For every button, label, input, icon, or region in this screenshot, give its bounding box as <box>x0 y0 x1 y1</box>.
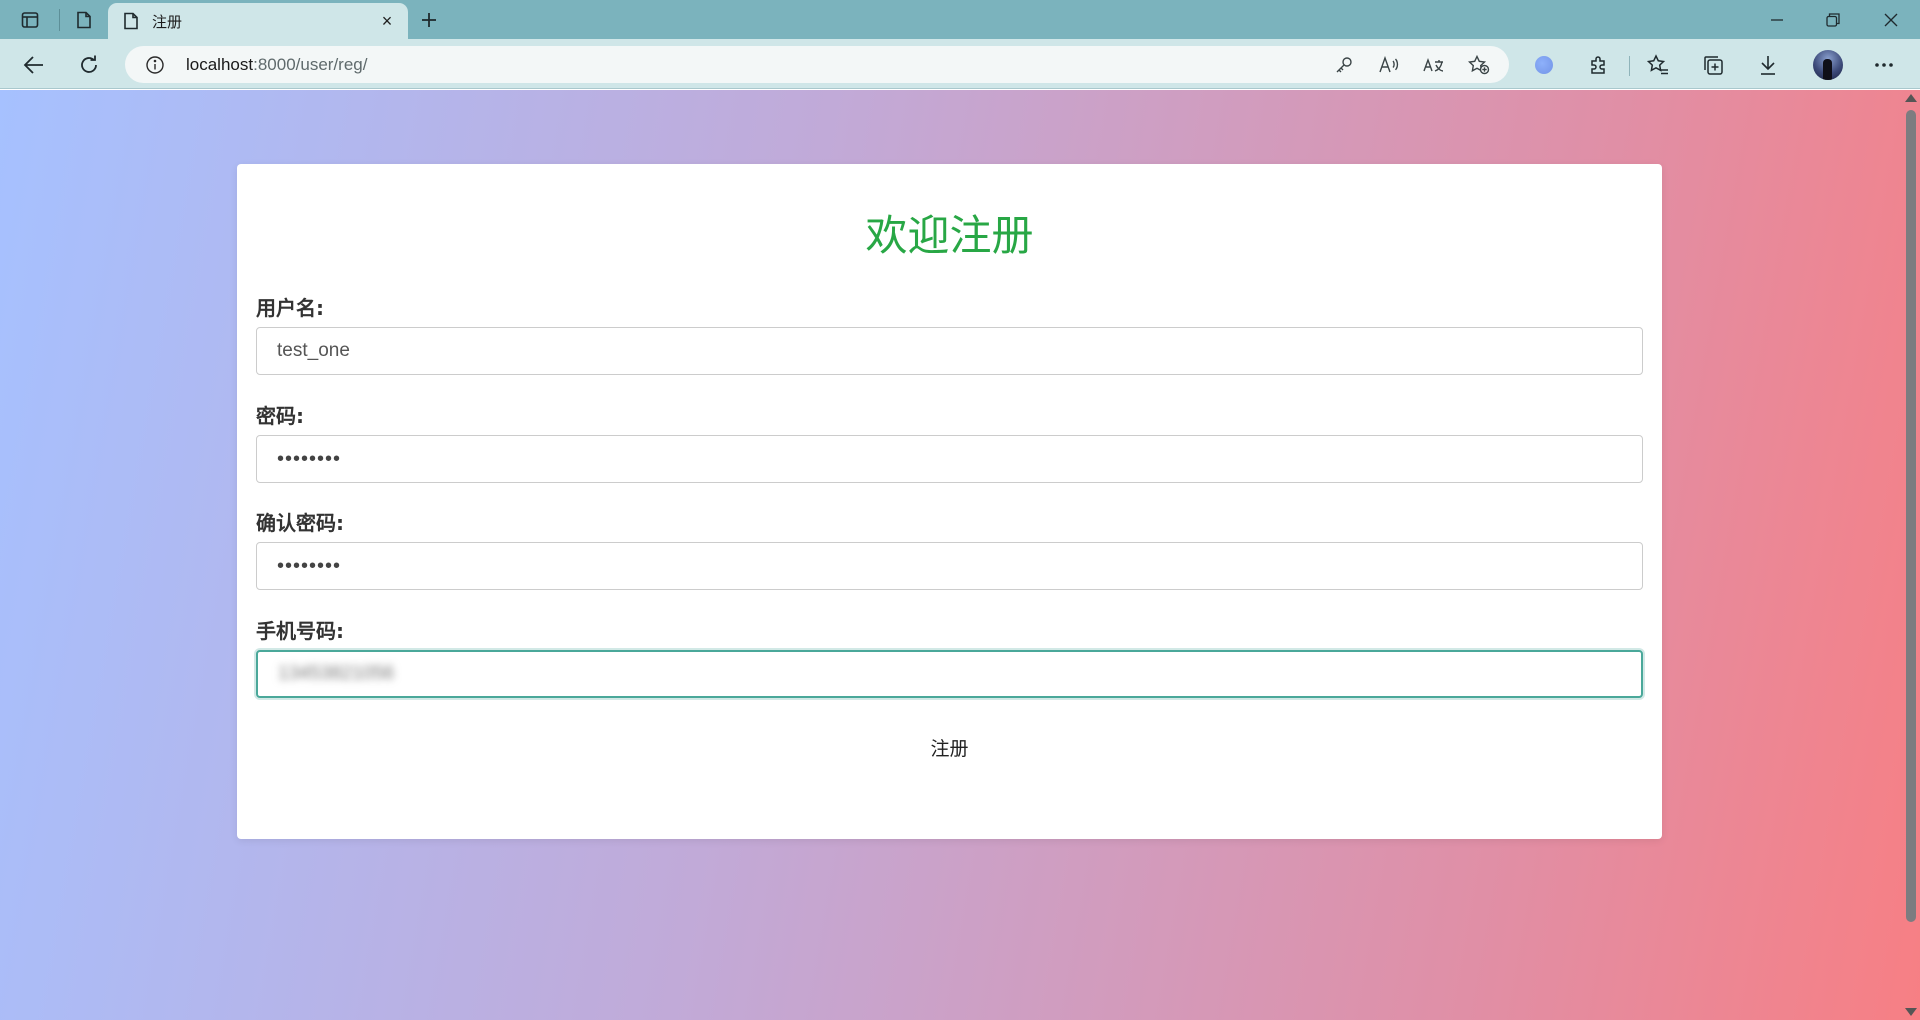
password-label: 密码: <box>256 404 304 428</box>
active-tab[interactable]: 注册 × <box>108 3 408 39</box>
scroll-up-arrow-icon[interactable] <box>1905 94 1917 102</box>
url-text[interactable]: localhost:8000/user/reg/ <box>186 55 367 75</box>
url-path: :8000/user/reg/ <box>253 55 368 74</box>
profile-avatar[interactable] <box>1811 48 1845 82</box>
minimize-icon[interactable] <box>1749 0 1805 39</box>
address-bar[interactable]: localhost:8000/user/reg/ <box>125 46 1509 83</box>
avatar <box>1813 50 1843 80</box>
phone-label: 手机号码: <box>256 619 344 643</box>
page-title: 欢迎注册 <box>865 211 1034 260</box>
restore-icon[interactable] <box>1805 0 1861 39</box>
phone-value: 13453821056 <box>278 663 395 684</box>
back-arrow-icon[interactable] <box>17 48 51 82</box>
confirm-password-label: 确认密码: <box>256 511 344 535</box>
read-aloud-icon[interactable] <box>1376 52 1402 78</box>
page-favicon-icon <box>124 12 138 30</box>
register-card: 欢迎注册 用户名: test_one 密码: •••••••• 确认密码: ••… <box>237 164 1662 839</box>
new-tab-plus-icon[interactable] <box>414 5 444 35</box>
navigation-bar: localhost:8000/user/reg/ <box>0 39 1920 89</box>
extensions-puzzle-icon[interactable] <box>1582 48 1616 82</box>
scroll-down-arrow-icon[interactable] <box>1905 1008 1917 1016</box>
pinned-tab-page-icon[interactable] <box>68 6 100 34</box>
scrollbar[interactable] <box>1902 90 1920 1020</box>
scroll-thumb[interactable] <box>1906 110 1916 922</box>
refresh-icon[interactable] <box>72 48 106 82</box>
url-host: localhost <box>186 55 254 74</box>
page-viewport: 欢迎注册 用户名: test_one 密码: •••••••• 确认密码: ••… <box>0 90 1920 1020</box>
favorites-icon[interactable] <box>1641 48 1675 82</box>
confirm-password-input[interactable]: •••••••• <box>256 542 1643 590</box>
copilot-dot <box>1535 56 1553 74</box>
tab-bar-divider <box>59 9 60 31</box>
password-key-icon[interactable] <box>1331 52 1357 78</box>
toolbar-divider <box>1629 56 1630 76</box>
tab-bar: 注册 × <box>0 0 1920 39</box>
tab-close-icon[interactable]: × <box>374 8 400 34</box>
downloads-icon[interactable] <box>1751 48 1785 82</box>
password-input[interactable]: •••••••• <box>256 435 1643 483</box>
copilot-icon[interactable] <box>1527 48 1561 82</box>
phone-input[interactable]: 13453821056 <box>256 650 1643 698</box>
add-favorite-star-icon[interactable] <box>1466 52 1492 78</box>
collections-icon[interactable] <box>1696 48 1730 82</box>
username-input[interactable]: test_one <box>256 327 1643 375</box>
translate-icon[interactable] <box>1421 52 1447 78</box>
username-label: 用户名: <box>256 296 324 320</box>
site-info-icon[interactable] <box>145 55 165 75</box>
tab-title: 注册 <box>152 13 183 31</box>
register-button[interactable]: 注册 <box>237 734 1662 761</box>
close-window-icon[interactable] <box>1863 0 1919 39</box>
more-menu-icon[interactable] <box>1867 48 1901 82</box>
sidebar-toggle-icon[interactable] <box>14 6 46 34</box>
